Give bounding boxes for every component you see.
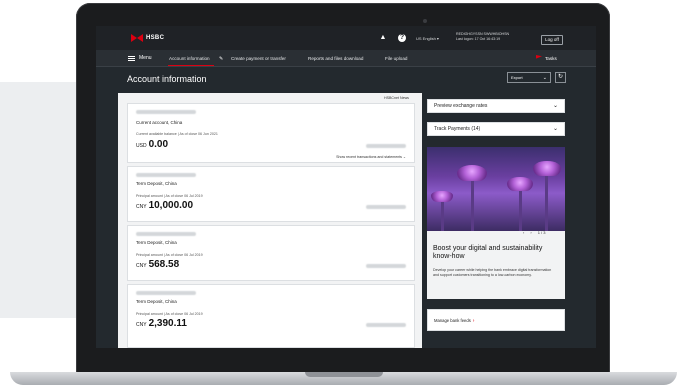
- flag-icon: [536, 55, 542, 59]
- account-card[interactable]: Term Deposit, China Principal amount | A…: [127, 166, 415, 222]
- chevron-down-icon: ⌄: [402, 155, 406, 159]
- account-reference: [366, 144, 406, 148]
- currency-code: CNY: [136, 204, 147, 210]
- account-card[interactable]: Term Deposit, China Principal amount | A…: [127, 225, 415, 281]
- amount-value: 2,390.11: [148, 318, 187, 329]
- promo-title: Boost your digital and sustainability kn…: [433, 245, 543, 260]
- promo-card: ‹ › 1 / 3 Boost your digital and sustain…: [427, 147, 565, 299]
- help-icon[interactable]: ?: [398, 34, 406, 42]
- accounts-panel: HSBCnet News Current account, China Curr…: [118, 93, 422, 348]
- tasks-button[interactable]: Tasks: [536, 55, 557, 61]
- card-news-link[interactable]: HSBCnet News: [384, 96, 409, 100]
- currency-code: CNY: [136, 263, 147, 269]
- hamburger-icon: [128, 55, 135, 61]
- chevron-right-icon: ›: [472, 318, 475, 324]
- balance-amount: CNY 10,000.00: [136, 200, 193, 211]
- nav-bar: Menu Account information ✎ Create paymen…: [96, 50, 596, 67]
- user-info[interactable]: REDIGHGYSSN SWWHBIOHSN Last logon: 17 Oc…: [456, 32, 536, 42]
- logout-button[interactable]: Log off: [541, 35, 563, 45]
- chevron-down-icon: ▾: [436, 36, 439, 41]
- account-number: [136, 173, 196, 177]
- language-label: US English: [416, 36, 436, 41]
- promo-pager: ‹ › 1 / 3: [523, 230, 545, 235]
- currency-code: CNY: [136, 322, 147, 328]
- laptop-notch: [305, 372, 383, 377]
- nav-file-upload[interactable]: File upload: [385, 56, 407, 61]
- account-type: Current account, China: [136, 120, 183, 125]
- hsbc-logo[interactable]: HSBC: [131, 34, 164, 42]
- track-payments-label: Track Payments (14): [434, 126, 481, 132]
- bell-icon[interactable]: ▲: [379, 34, 387, 42]
- chevron-right-icon[interactable]: ›: [530, 230, 531, 235]
- account-type: Term Deposit, China: [136, 240, 177, 245]
- nav-account-information[interactable]: Account information: [169, 56, 210, 61]
- language-selector[interactable]: US English ▾: [416, 36, 439, 41]
- account-reference: [366, 205, 406, 209]
- brand-name: HSBC: [146, 35, 165, 41]
- account-reference: [366, 323, 406, 327]
- preview-exchange-rates-toggle[interactable]: Preview exchange rates ⌄: [427, 99, 565, 113]
- manage-bank-feeds-link[interactable]: Manage bank feeds ›: [427, 309, 565, 331]
- currency-code: USD: [136, 143, 147, 149]
- active-tab-indicator: [168, 65, 214, 66]
- account-type: Term Deposit, China: [136, 181, 177, 186]
- chevron-down-icon: ⌄: [552, 103, 558, 109]
- amount-value: 10,000.00: [148, 200, 194, 211]
- last-login: Last logon: 17 Oct 16:43:19: [456, 37, 501, 41]
- amount-value: 0.00: [148, 139, 169, 150]
- account-card[interactable]: Term Deposit, China Principal amount | A…: [127, 284, 415, 348]
- manage-feeds-label: Manage bank feeds: [434, 318, 471, 323]
- export-dropdown[interactable]: Export ⌄: [507, 72, 551, 83]
- menu-label: Menu: [139, 55, 152, 61]
- pager-count: 1 / 3: [537, 230, 546, 235]
- chevron-left-icon[interactable]: ‹: [523, 230, 524, 235]
- account-type: Term Deposit, China: [136, 299, 177, 304]
- balance-label: Current available balance | As of close …: [136, 132, 218, 136]
- chevron-down-icon: ⌄: [542, 75, 547, 81]
- balance-label: Principal amount | As of close 06 Jul 20…: [136, 194, 203, 198]
- refresh-icon: ↻: [557, 74, 564, 80]
- chevron-down-icon: ⌄: [552, 126, 558, 132]
- page-title: Account information: [127, 74, 207, 84]
- menu-button[interactable]: Menu: [128, 55, 152, 61]
- recent-transactions-label: Show recent transactions and statements: [336, 155, 402, 159]
- balance-amount: CNY 2,390.11: [136, 318, 187, 329]
- hexagon-logo-icon: [131, 34, 143, 42]
- refresh-button[interactable]: ↻: [555, 72, 566, 83]
- preview-rates-label: Preview exchange rates: [434, 103, 488, 109]
- balance-label: Principal amount | As of close 06 Jul 20…: [136, 253, 203, 257]
- account-card[interactable]: Current account, China Current available…: [127, 103, 415, 163]
- stage: HSBC ▲ ? US English ▾ REDIGHGYSSN SWWHBI…: [0, 0, 687, 389]
- track-payments-toggle[interactable]: Track Payments (14) ⌄: [427, 122, 565, 136]
- balance-amount: USD 0.00: [136, 139, 168, 150]
- account-number: [136, 232, 196, 236]
- promo-body: Develop your career while helping the ba…: [433, 268, 552, 277]
- recent-transactions-link[interactable]: Show recent transactions and statements …: [336, 155, 406, 159]
- camera-icon: [423, 19, 427, 23]
- balance-label: Principal amount | As of close 06 Jul 20…: [136, 312, 203, 316]
- account-number: [136, 110, 196, 114]
- app-screen: HSBC ▲ ? US English ▾ REDIGHGYSSN SWWHBI…: [96, 26, 596, 348]
- pencil-icon: ✎: [219, 56, 224, 62]
- tasks-label: Tasks: [545, 55, 557, 61]
- account-reference: [366, 264, 406, 268]
- amount-value: 568.58: [148, 259, 180, 270]
- promo-image: [427, 147, 565, 231]
- nav-reports-download[interactable]: Reports and files download: [308, 56, 363, 61]
- balance-amount: CNY 568.58: [136, 259, 179, 270]
- top-bar: HSBC ▲ ? US English ▾ REDIGHGYSSN SWWHBI…: [96, 26, 596, 50]
- account-number: [136, 291, 196, 295]
- nav-create-payment[interactable]: Create payment or transfer: [231, 56, 286, 61]
- export-label: Export: [511, 75, 523, 80]
